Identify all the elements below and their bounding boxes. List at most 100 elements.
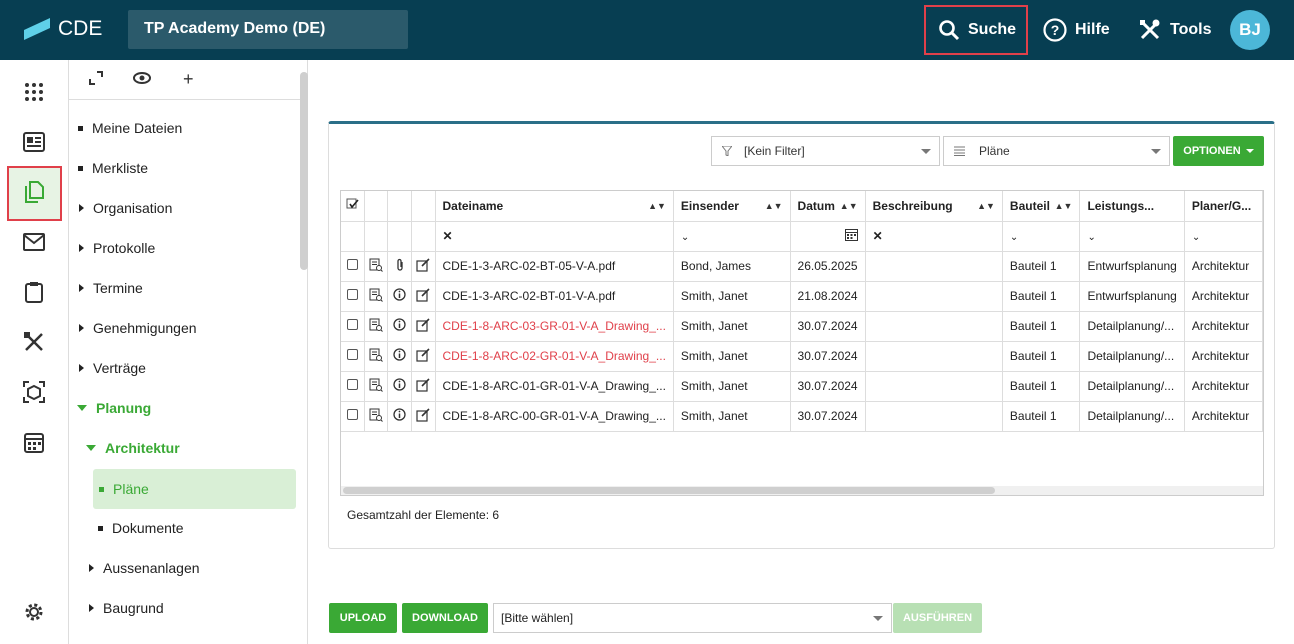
filter-date-datum[interactable] bbox=[790, 221, 866, 252]
filter-dropdown-bauteil[interactable]: ⌄ bbox=[1002, 221, 1081, 252]
row-checkbox[interactable] bbox=[346, 289, 358, 300]
caret-right-icon[interactable] bbox=[89, 604, 94, 612]
chevron-down-icon[interactable]: ⌄ bbox=[1010, 232, 1018, 243]
edit-icon[interactable] bbox=[416, 407, 430, 422]
info-icon[interactable] bbox=[393, 318, 406, 331]
column-header-leistungsphase[interactable]: Leistungs... bbox=[1079, 191, 1185, 222]
row-checkbox-cell[interactable] bbox=[341, 281, 365, 312]
action-select[interactable]: [Bitte wählen] bbox=[493, 603, 892, 633]
file-preview-icon[interactable] bbox=[369, 348, 383, 362]
row-checkbox[interactable] bbox=[346, 349, 358, 360]
attachment-info-cell[interactable] bbox=[387, 401, 412, 432]
table-row[interactable]: CDE-1-8-ARC-01-GR-01-V-A_Drawing_... Smit… bbox=[341, 371, 1263, 402]
caret-right-icon[interactable] bbox=[79, 324, 84, 332]
row-checkbox[interactable] bbox=[346, 319, 358, 330]
documents-icon[interactable] bbox=[22, 180, 46, 204]
attachment-info-cell[interactable] bbox=[387, 281, 412, 312]
collapse-icon[interactable] bbox=[89, 71, 103, 90]
tree-item-architektur[interactable]: Architektur bbox=[86, 428, 180, 468]
tools-button[interactable]: Tools bbox=[1138, 0, 1211, 60]
dashboard-icon[interactable] bbox=[22, 130, 46, 154]
filter-clear-dateiname[interactable]: ✕ bbox=[435, 221, 674, 252]
edit-icon[interactable] bbox=[416, 257, 430, 272]
column-header-dateiname[interactable]: Dateiname ▲▼ bbox=[435, 191, 674, 222]
view-select[interactable]: Pläne bbox=[943, 136, 1170, 166]
table-row[interactable]: CDE-1-8-ARC-03-GR-01-V-A_Drawing_... Smit… bbox=[341, 311, 1263, 342]
tree-item-organisation[interactable]: Organisation bbox=[79, 188, 172, 228]
attachment-info-cell[interactable] bbox=[387, 371, 412, 402]
cell-dateiname[interactable]: CDE-1-3-ARC-02-BT-01-V-A.pdf bbox=[435, 281, 674, 312]
filter-dropdown-leistungsphase[interactable]: ⌄ bbox=[1079, 221, 1185, 252]
scrollbar-thumb[interactable] bbox=[343, 487, 995, 494]
tree-item-genehmigungen[interactable]: Genehmigungen bbox=[79, 308, 197, 348]
apps-grid-icon[interactable] bbox=[22, 80, 46, 104]
row-checkbox-cell[interactable] bbox=[341, 401, 365, 432]
tree-item-meine-dateien[interactable]: Meine Dateien bbox=[78, 108, 182, 148]
edit-cell[interactable] bbox=[411, 281, 436, 312]
file-preview-icon[interactable] bbox=[369, 408, 383, 422]
add-icon[interactable]: + bbox=[183, 69, 194, 90]
cell-dateiname[interactable]: CDE-1-8-ARC-03-GR-01-V-A_Drawing_... bbox=[435, 311, 674, 342]
download-button[interactable]: DOWNLOAD bbox=[402, 603, 488, 633]
file-preview-icon[interactable] bbox=[369, 288, 383, 302]
caret-right-icon[interactable] bbox=[79, 204, 84, 212]
table-row[interactable]: CDE-1-8-ARC-00-GR-01-V-A_Drawing_... Smit… bbox=[341, 401, 1263, 432]
tree-item-termine[interactable]: Termine bbox=[79, 268, 143, 308]
row-checkbox-cell[interactable] bbox=[341, 371, 365, 402]
table-row[interactable]: CDE-1-3-ARC-02-BT-05-V-A.pdf Bond, James 2… bbox=[341, 251, 1263, 282]
chevron-down-icon[interactable]: ⌄ bbox=[1087, 232, 1095, 243]
sort-icon[interactable]: ▲▼ bbox=[765, 201, 783, 211]
sort-icon[interactable]: ▲▼ bbox=[977, 201, 995, 211]
caret-right-icon[interactable] bbox=[79, 244, 84, 252]
caret-right-icon[interactable] bbox=[79, 364, 84, 372]
file-preview-cell[interactable] bbox=[364, 401, 389, 432]
file-preview-cell[interactable] bbox=[364, 281, 389, 312]
mail-icon[interactable] bbox=[22, 230, 46, 254]
column-header-beschreibung[interactable]: Beschreibung ▲▼ bbox=[865, 191, 1003, 222]
file-preview-icon[interactable] bbox=[369, 318, 383, 332]
tree-item-plaene[interactable]: Pläne bbox=[93, 469, 296, 509]
row-checkbox[interactable] bbox=[346, 259, 358, 270]
paperclip-icon[interactable] bbox=[395, 258, 405, 272]
table-row[interactable]: CDE-1-3-ARC-02-BT-01-V-A.pdf Smith, Janet… bbox=[341, 281, 1263, 312]
caret-right-icon[interactable] bbox=[79, 284, 84, 292]
row-checkbox-cell[interactable] bbox=[341, 251, 365, 282]
edit-cell[interactable] bbox=[411, 341, 436, 372]
project-selector[interactable]: TP Academy Demo (DE) bbox=[128, 10, 408, 49]
caret-down-icon[interactable] bbox=[77, 405, 87, 411]
eye-icon[interactable] bbox=[133, 71, 151, 90]
edit-cell[interactable] bbox=[411, 401, 436, 432]
column-header-datum[interactable]: Datum ▲▼ bbox=[790, 191, 866, 222]
settings-gear-icon[interactable] bbox=[22, 600, 46, 624]
logo[interactable]: CDE bbox=[24, 17, 102, 41]
search-button[interactable]: Suche bbox=[938, 0, 1016, 60]
edit-icon[interactable] bbox=[416, 287, 430, 302]
user-avatar[interactable]: BJ bbox=[1230, 10, 1270, 50]
filter-clear-beschreibung[interactable]: ✕ bbox=[865, 221, 1003, 252]
calendar-icon[interactable] bbox=[22, 430, 46, 454]
file-preview-cell[interactable] bbox=[364, 251, 389, 282]
info-icon[interactable] bbox=[393, 408, 406, 421]
select-all-header[interactable] bbox=[341, 191, 365, 222]
attachment-info-cell[interactable] bbox=[387, 341, 412, 372]
cell-dateiname[interactable]: CDE-1-8-ARC-01-GR-01-V-A_Drawing_... bbox=[435, 371, 674, 402]
attachment-info-cell[interactable] bbox=[387, 251, 412, 282]
upload-button[interactable]: UPLOAD bbox=[329, 603, 397, 633]
sort-icon[interactable]: ▲▼ bbox=[840, 201, 858, 211]
attachment-info-cell[interactable] bbox=[387, 311, 412, 342]
cell-dateiname[interactable]: CDE-1-8-ARC-02-GR-01-V-A_Drawing_... bbox=[435, 341, 674, 372]
row-checkbox[interactable] bbox=[346, 379, 358, 390]
info-icon[interactable] bbox=[393, 378, 406, 391]
info-icon[interactable] bbox=[393, 288, 406, 301]
cell-dateiname[interactable]: CDE-1-3-ARC-02-BT-05-V-A.pdf bbox=[435, 251, 674, 282]
tree-scrollbar[interactable] bbox=[300, 72, 308, 270]
edit-cell[interactable] bbox=[411, 371, 436, 402]
execute-button[interactable]: AUSFÜHREN bbox=[893, 603, 982, 633]
column-header-planer[interactable]: Planer/G... bbox=[1184, 191, 1263, 222]
file-preview-cell[interactable] bbox=[364, 311, 389, 342]
tree-item-aussenanlagen[interactable]: Aussenanlagen bbox=[89, 548, 200, 588]
horizontal-scrollbar[interactable] bbox=[341, 486, 1263, 495]
filter-dropdown-planer[interactable]: ⌄ bbox=[1184, 221, 1263, 252]
filter-select[interactable]: [Kein Filter] bbox=[711, 136, 940, 166]
edit-icon[interactable] bbox=[416, 317, 430, 332]
